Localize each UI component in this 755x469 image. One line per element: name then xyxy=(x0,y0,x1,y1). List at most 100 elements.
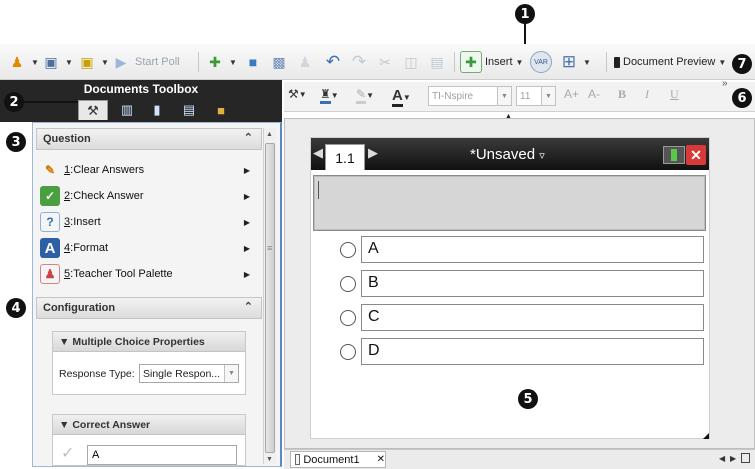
variables-button[interactable]: VAR xyxy=(530,50,552,74)
callout-6: 6 xyxy=(732,88,752,108)
question-input[interactable] xyxy=(313,175,706,231)
layout-button[interactable]: ⊞ ▼ xyxy=(558,50,591,74)
menu-item-check-answer[interactable]: ✓ 2: Check Answer ▶ xyxy=(40,184,256,208)
redo-icon: ↷ xyxy=(351,52,367,71)
chevron-down-icon[interactable]: ▼ xyxy=(224,365,238,382)
choice-radio-d[interactable] xyxy=(340,344,356,360)
chevron-down-icon: ▼ xyxy=(515,57,524,67)
increase-font-button[interactable]: A+ xyxy=(564,87,579,101)
response-type-select[interactable]: Single Respon... ▼ xyxy=(139,364,239,383)
font-select[interactable]: TI-Nspire ▼ xyxy=(428,86,512,106)
scroll-down-icon[interactable]: ▼ xyxy=(266,456,273,463)
menu-item-format[interactable]: A 4: Format ▶ xyxy=(40,236,256,260)
choice-field-a[interactable]: A xyxy=(361,236,704,263)
correct-answer-panel: ▼ Correct Answer ✓ A xyxy=(52,414,246,466)
redo-button[interactable]: ↷ xyxy=(348,50,370,74)
chevron-down-icon: ▼ xyxy=(65,57,73,67)
next-page-icon[interactable]: ▶ xyxy=(368,145,378,161)
new-document-button[interactable]: ✚ ▼ xyxy=(204,50,237,74)
font-size-select[interactable]: 11 ▼ xyxy=(516,86,556,106)
submenu-arrow-icon: ▶ xyxy=(243,191,250,201)
close-tab-icon[interactable]: ✕ xyxy=(377,454,385,465)
line-color-button[interactable]: ✎ ▼ xyxy=(356,87,374,104)
response-type-label: Response Type: xyxy=(59,368,135,380)
question-section-header[interactable]: Question ⌃ xyxy=(36,128,262,150)
correct-answer-field[interactable]: A xyxy=(87,445,237,465)
correct-answer-header[interactable]: ▼ Correct Answer xyxy=(53,415,245,435)
page-layout-icon: ⊞ xyxy=(561,52,577,71)
callout-1: 1 xyxy=(515,4,535,24)
bold-button[interactable]: B xyxy=(618,87,626,102)
send-to-class-button[interactable]: ▣ ▼ xyxy=(76,50,109,74)
open-document-button[interactable]: ■ xyxy=(242,50,264,74)
tab-utilities[interactable]: ▤ xyxy=(174,100,204,120)
chevron-down-icon[interactable]: ▼ xyxy=(497,87,511,105)
users-icon: ♟ xyxy=(10,53,24,70)
chevron-down-icon: ▼ xyxy=(718,57,727,67)
scroll-up-icon[interactable]: ▲ xyxy=(266,131,273,138)
correct-answer-title: Correct Answer xyxy=(72,419,151,431)
multiple-choice-properties-panel: ▼ Multiple Choice Properties Response Ty… xyxy=(52,331,246,395)
page-tab[interactable]: 1.1 xyxy=(325,144,365,170)
tab-document-tools[interactable]: ⚒ xyxy=(78,100,108,120)
menu-item-number: 5 xyxy=(64,268,71,280)
expand-triangle-icon: ▼ xyxy=(59,336,70,348)
configuration-section-title: Configuration xyxy=(43,302,116,314)
menu-item-number: 4 xyxy=(64,242,71,254)
resize-handle-icon[interactable] xyxy=(703,433,709,439)
correct-answer-value: A xyxy=(92,449,100,461)
scroll-tabs-left-icon[interactable]: ◀ xyxy=(719,454,725,463)
menu-item-teacher-tool-palette[interactable]: ♟ 5: Teacher Tool Palette ▶ xyxy=(40,262,256,286)
tab-page-sorter[interactable]: ▥ xyxy=(112,100,142,120)
previous-page-icon[interactable]: ◀ xyxy=(313,145,323,161)
folder-icon: ■ xyxy=(217,102,225,118)
cut-button[interactable]: ✂ xyxy=(374,50,396,74)
document-preview-label: Document Preview xyxy=(623,56,716,68)
menu-item-insert[interactable]: ? 3: Insert ▶ xyxy=(40,210,256,234)
open-folder-icon: ■ xyxy=(248,54,258,70)
insert-button[interactable]: ✚ Insert ▼ xyxy=(460,50,523,74)
choice-field-d[interactable]: D xyxy=(361,338,704,365)
choice-radio-b[interactable] xyxy=(340,276,356,292)
configuration-section-header[interactable]: Configuration ⌃ xyxy=(36,297,262,319)
menu-item-clear-answers[interactable]: ✎ 1: Clear Answers ▶ xyxy=(40,158,256,182)
collapse-icon[interactable]: ⌃ xyxy=(244,131,253,144)
tab-list-icon[interactable] xyxy=(741,453,750,463)
document-preview-button[interactable]: Document Preview ▼ xyxy=(614,50,726,74)
scroll-tabs-right-icon[interactable]: ▶ xyxy=(730,454,736,463)
tools-menu-button[interactable]: ⚒ ▼ xyxy=(288,87,307,101)
toolbar-overflow-icon[interactable]: » xyxy=(722,78,728,89)
fill-color-button[interactable]: ♜ ▼ xyxy=(320,87,339,104)
callout-4: 4 xyxy=(6,298,26,318)
tab-emulator[interactable]: ▮ xyxy=(142,100,172,120)
choice-field-b[interactable]: B xyxy=(361,270,704,297)
document-tab[interactable]: Document1 ✕ xyxy=(290,451,386,468)
close-icon[interactable]: ✕ xyxy=(686,145,706,165)
expand-triangle-icon: ▼ xyxy=(59,419,70,431)
chevron-down-icon: ▼ xyxy=(31,57,39,67)
multiple-choice-properties-header[interactable]: ▼ Multiple Choice Properties xyxy=(53,332,245,352)
chevron-down-icon[interactable]: ▼ xyxy=(541,87,555,105)
publish-button[interactable]: ♟ xyxy=(294,50,316,74)
choice-field-c[interactable]: C xyxy=(361,304,704,331)
paste-button[interactable]: ▤ xyxy=(426,50,448,74)
document-name[interactable]: *Unsaved ▿ xyxy=(470,146,545,163)
font-size-value: 11 xyxy=(520,91,531,102)
start-poll-button[interactable]: ▶ Start Poll xyxy=(110,50,180,74)
decrease-font-button[interactable]: A- xyxy=(588,87,600,101)
tab-content[interactable]: ■ xyxy=(206,100,236,120)
undo-button[interactable]: ↶ xyxy=(322,50,344,74)
underline-button[interactable]: U xyxy=(670,87,679,102)
save-button[interactable]: ▩ xyxy=(268,50,290,74)
italic-button[interactable]: I xyxy=(645,87,649,102)
scrollbar-thumb[interactable] xyxy=(265,143,275,453)
submenu-arrow-icon: ▶ xyxy=(243,243,250,253)
collapse-icon[interactable]: ⌃ xyxy=(244,300,253,313)
toolbar-divider xyxy=(198,52,199,72)
screen-capture-button[interactable]: ▣ ▼ xyxy=(40,50,73,74)
text-color-button[interactable]: A ▼ xyxy=(392,87,411,107)
copy-button[interactable]: ◫ xyxy=(400,50,422,74)
user-menu-button[interactable]: ♟ ▼ xyxy=(6,50,39,74)
choice-radio-a[interactable] xyxy=(340,242,356,258)
choice-radio-c[interactable] xyxy=(340,310,356,326)
